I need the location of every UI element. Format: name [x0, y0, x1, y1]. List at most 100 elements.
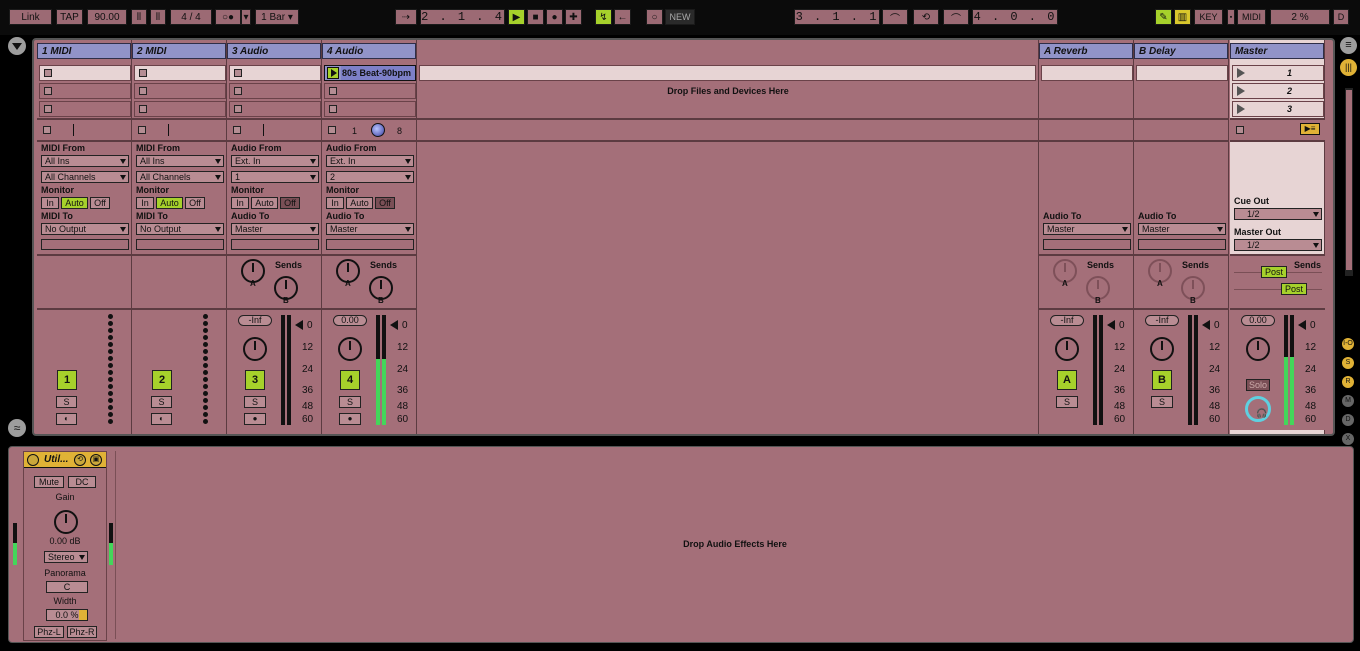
output-target-select[interactable]: Master — [231, 223, 319, 235]
clip-slot[interactable] — [134, 65, 226, 81]
input-channel-select[interactable]: 1 — [231, 171, 319, 183]
clip-stop-icon[interactable] — [139, 69, 147, 77]
output-channel-field[interactable] — [1043, 239, 1131, 250]
output-channel-field[interactable] — [41, 239, 129, 250]
metronome-icon[interactable]: ○● — [215, 9, 241, 25]
solo-button[interactable]: S — [151, 396, 172, 408]
monitor-off-button[interactable]: Off — [90, 197, 110, 209]
monitor-auto-button[interactable]: Auto — [251, 197, 278, 209]
link-button[interactable]: Link — [9, 9, 52, 25]
follow-icon[interactable]: ⇢ — [395, 9, 417, 25]
clip[interactable]: 80s Beat-90bpm — [324, 65, 416, 81]
capture-icon[interactable]: ○ — [646, 9, 663, 25]
device-power-icon[interactable] — [27, 454, 39, 466]
scene-launch-icon[interactable] — [1237, 104, 1245, 114]
back-to-arrangement-icon[interactable]: ← — [614, 9, 631, 25]
new-session-button[interactable]: NEW — [665, 9, 695, 25]
volume-field[interactable]: -Inf — [238, 315, 272, 326]
track-title[interactable]: 3 Audio — [227, 43, 321, 59]
solo-cue-button[interactable]: Solo — [1246, 379, 1270, 391]
automation-arm-icon[interactable]: ↯ — [595, 9, 612, 25]
clip-slot[interactable] — [39, 83, 131, 99]
clip-stop-icon[interactable] — [139, 87, 147, 95]
tap-tempo-button[interactable]: TAP — [56, 9, 83, 25]
stop-all-clips-icon[interactable] — [1236, 126, 1244, 134]
gain-knob[interactable] — [54, 510, 78, 534]
time-signature-field[interactable]: 4 / 4 — [170, 9, 212, 25]
clip-stop-icon[interactable] — [234, 105, 242, 113]
clip-slot[interactable] — [134, 101, 226, 117]
clip-slot[interactable] — [134, 83, 226, 99]
monitor-auto-button[interactable]: Auto — [61, 197, 88, 209]
stop-icon[interactable]: ■ — [527, 9, 544, 25]
solo-button[interactable]: S — [1056, 396, 1078, 408]
track-activator-button[interactable]: 2 — [152, 370, 172, 390]
input-source-select[interactable]: All Ins — [41, 155, 129, 167]
vertical-scrollbar[interactable] — [1345, 88, 1353, 276]
output-target-select[interactable]: Master — [1043, 223, 1131, 235]
crossfader-toggle-icon[interactable]: X — [1342, 433, 1354, 445]
arm-icon[interactable]: ● — [339, 413, 361, 425]
effects-drop-area[interactable]: Drop Audio Effects Here — [115, 451, 1353, 639]
monitor-auto-button[interactable]: Auto — [156, 197, 183, 209]
pan-knob[interactable] — [1246, 337, 1270, 361]
phase-left-button[interactable]: Phz-L — [34, 626, 64, 638]
dc-button[interactable]: DC — [68, 476, 96, 488]
monitor-in-button[interactable]: In — [326, 197, 344, 209]
volume-fader-icon[interactable] — [1202, 320, 1210, 330]
track-activator-button[interactable]: 1 — [57, 370, 77, 390]
output-channel-field[interactable] — [136, 239, 224, 250]
scene-slot[interactable]: 1 — [1232, 65, 1324, 81]
input-source-select[interactable]: Ext. In — [326, 155, 414, 167]
pan-knob[interactable] — [1150, 337, 1174, 361]
scene-launch-icon[interactable] — [1237, 68, 1245, 78]
volume-field[interactable]: 0.00 — [333, 315, 367, 326]
volume-fader-icon[interactable] — [1107, 320, 1115, 330]
device-save-icon[interactable]: ▣ — [90, 454, 102, 466]
track-stop-icon[interactable] — [138, 126, 146, 134]
input-channel-select[interactable]: All Channels — [41, 171, 129, 183]
solo-button[interactable]: S — [339, 396, 361, 408]
pan-knob[interactable] — [1055, 337, 1079, 361]
clip-stop-icon[interactable] — [44, 105, 52, 113]
mixer-toggle-icon[interactable]: M — [1342, 395, 1354, 407]
send-a-post-button[interactable]: Post — [1261, 266, 1287, 278]
clip-stop-icon[interactable] — [139, 105, 147, 113]
monitor-off-button[interactable]: Off — [375, 197, 395, 209]
clip-slot[interactable] — [39, 101, 131, 117]
clip-stop-icon[interactable] — [44, 87, 52, 95]
clip-stop-icon[interactable] — [329, 87, 337, 95]
send-b-post-button[interactable]: Post — [1281, 283, 1307, 295]
track-title[interactable]: A Reverb — [1039, 43, 1133, 59]
punch-in-icon[interactable]: ⌒ — [882, 9, 908, 25]
track-stop-icon[interactable] — [328, 126, 336, 134]
track-activator-button[interactable]: 3 — [245, 370, 265, 390]
arrangement-position-field[interactable]: 2 . 1 . 4 — [420, 9, 505, 25]
loop-start-field[interactable]: 3 . 1 . 1 — [794, 9, 880, 25]
midi-map-button[interactable]: MIDI — [1237, 9, 1266, 25]
clip-slot[interactable] — [324, 101, 416, 117]
pan-knob[interactable] — [338, 337, 362, 361]
solo-button[interactable]: S — [1151, 396, 1173, 408]
monitor-in-button[interactable]: In — [41, 197, 59, 209]
device-title[interactable]: Util... — [44, 454, 68, 465]
clip-view-toggle-icon[interactable]: ▶≡ — [1300, 123, 1320, 135]
scene-slot[interactable]: 2 — [1232, 83, 1324, 99]
cue-volume-knob[interactable]: 🎧 — [1245, 396, 1271, 422]
detail-view-toggle-icon[interactable]: ≈ — [8, 419, 26, 437]
browser-toggle-icon[interactable] — [8, 37, 26, 55]
output-target-select[interactable]: No Output — [136, 223, 224, 235]
clip-stop-icon[interactable] — [329, 105, 337, 113]
phase-right-button[interactable]: Phz-R — [67, 626, 97, 638]
volume-field[interactable]: -Inf — [1050, 315, 1084, 326]
quantize-select[interactable]: 1 Bar ▾ — [255, 9, 299, 25]
track-stop-icon[interactable] — [43, 126, 51, 134]
drop-area[interactable]: Drop Files and Devices Here — [417, 40, 1039, 434]
arm-icon[interactable]: ◐ — [56, 413, 77, 425]
input-source-select[interactable]: Ext. In — [231, 155, 319, 167]
volume-field[interactable]: 0.00 — [1241, 315, 1275, 326]
volume-fader-icon[interactable] — [390, 320, 398, 330]
loop-switch-icon[interactable]: ⟲ — [913, 9, 939, 25]
output-target-select[interactable]: Master — [326, 223, 414, 235]
return-activator-button[interactable]: A — [1057, 370, 1077, 390]
